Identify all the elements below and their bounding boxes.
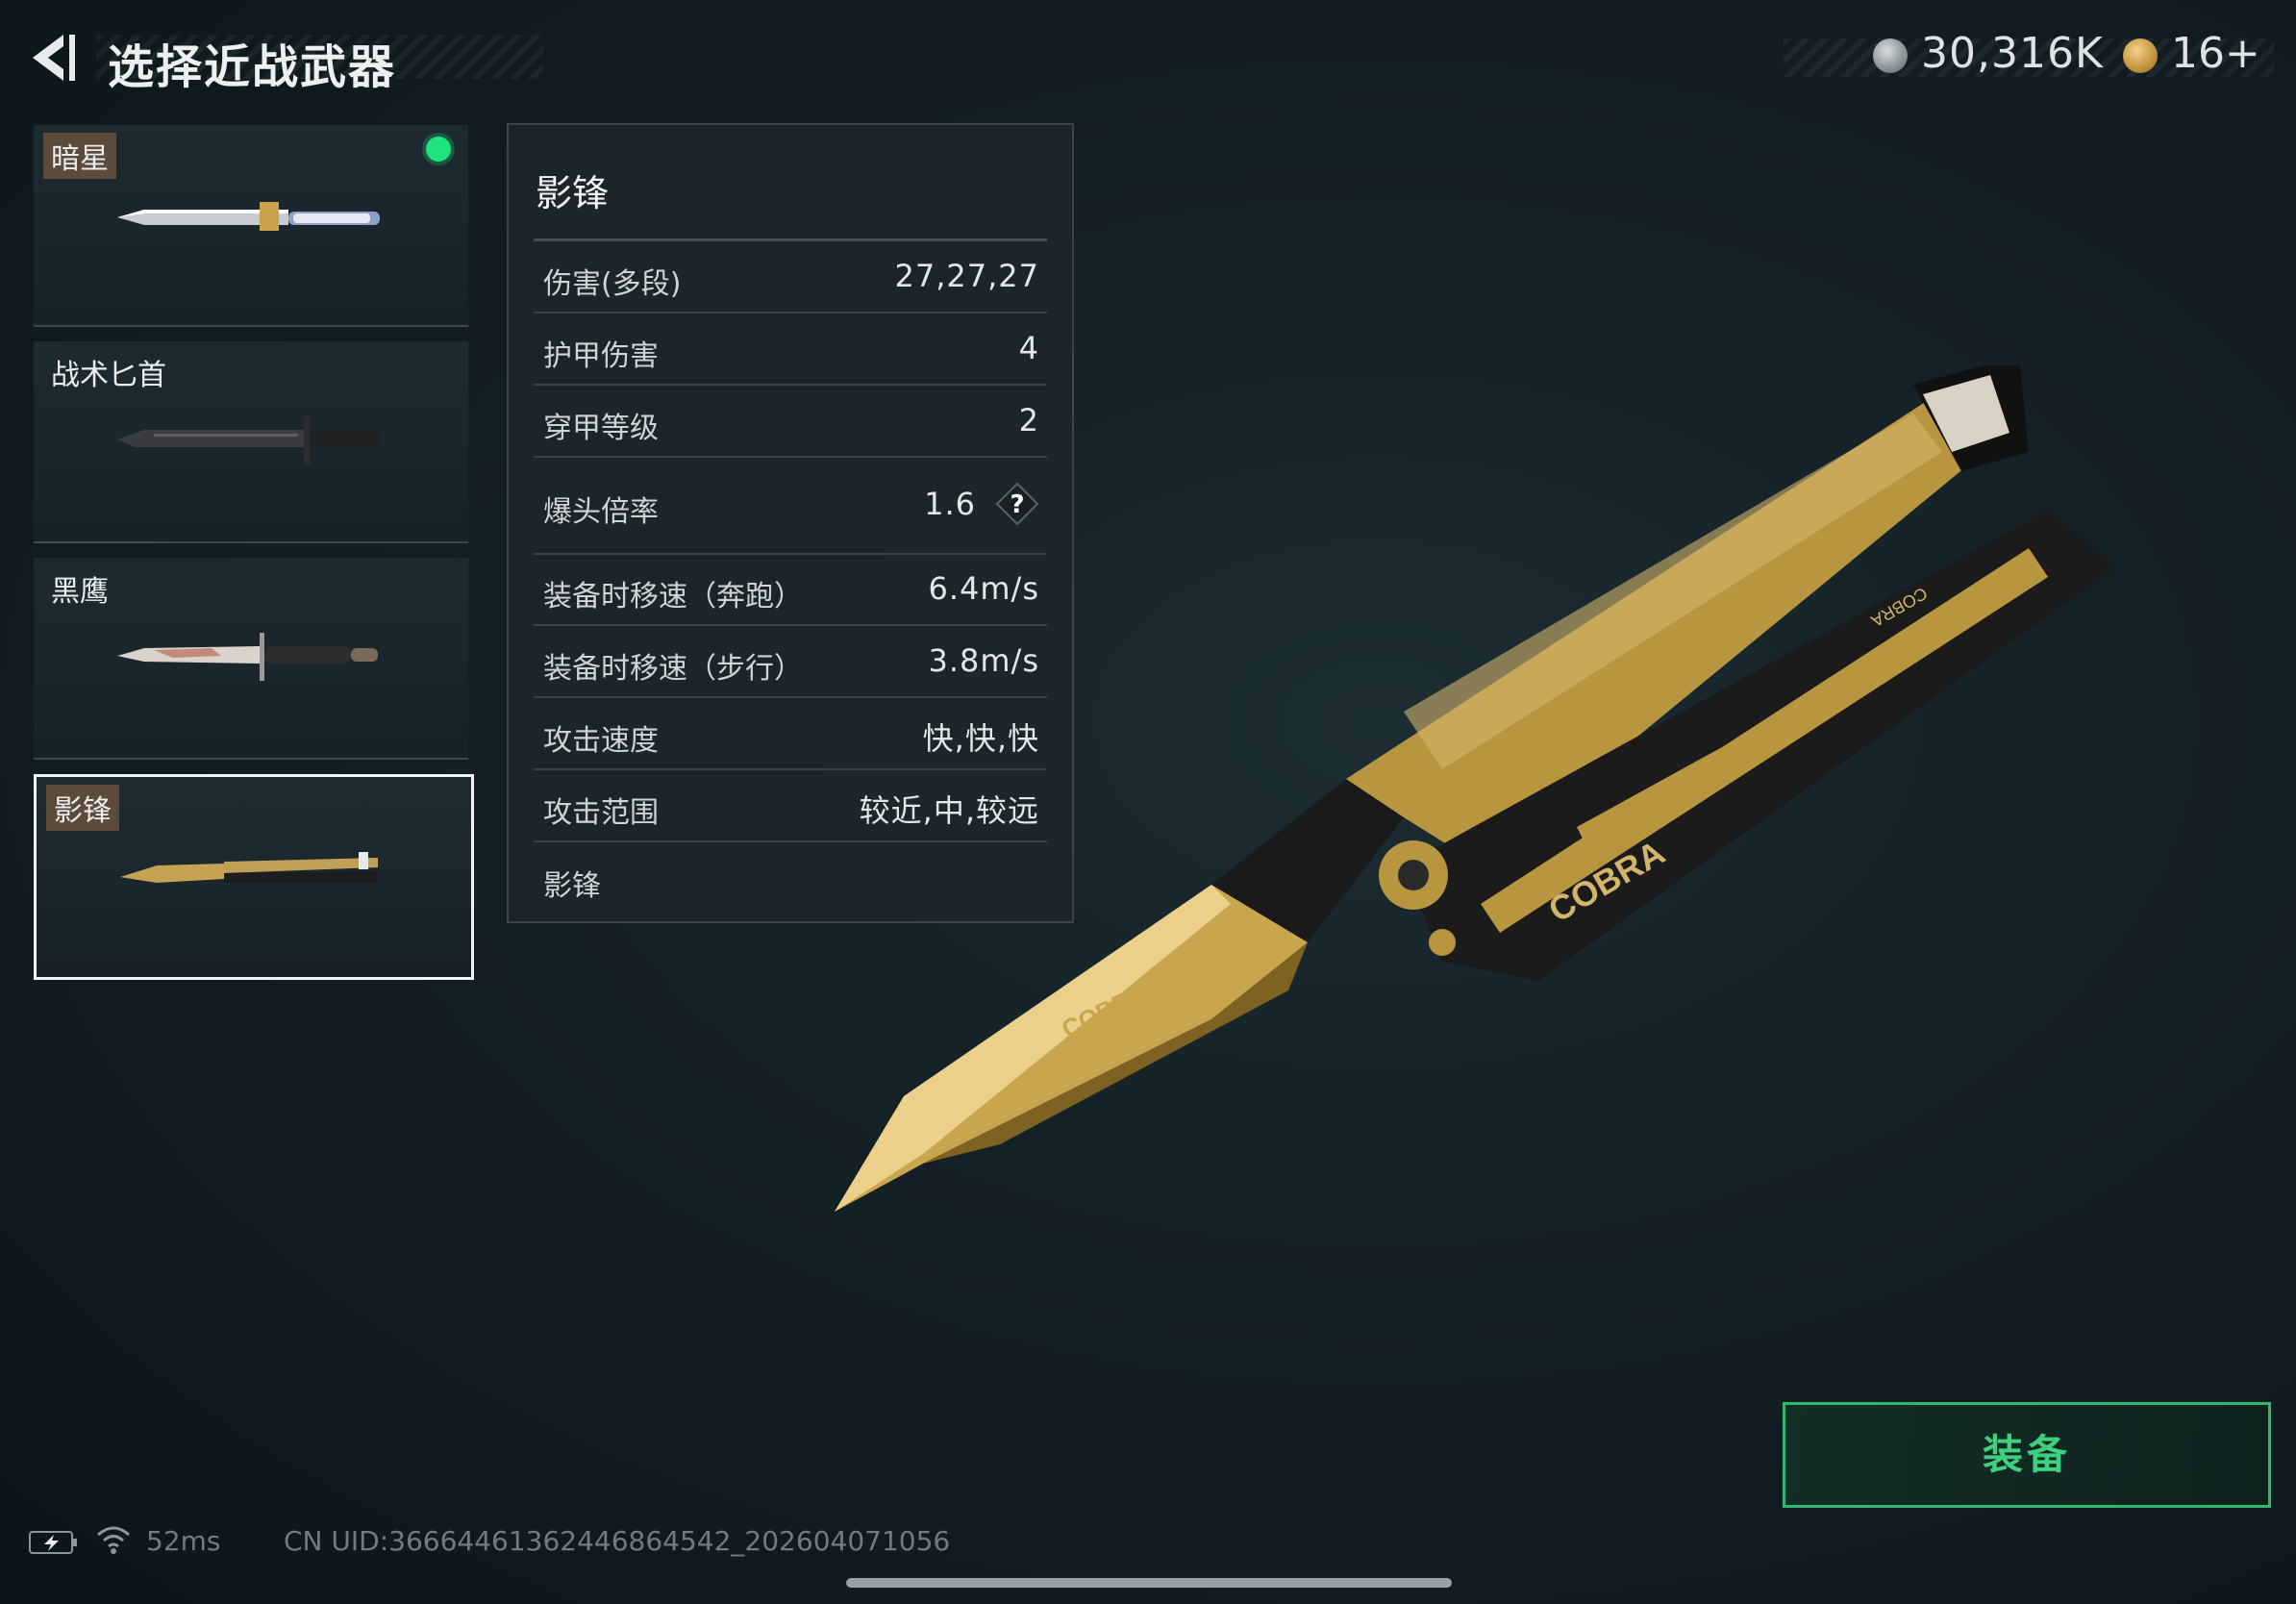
stat-row-damage: 伤害(多段) 27,27,27 [534, 240, 1047, 313]
stat-value: 4 [1018, 330, 1039, 366]
stat-label: 攻击速度 [543, 724, 659, 758]
back-arrow-icon[interactable] [25, 29, 83, 87]
weapon-card-blackhawk[interactable]: 黑鹰 [34, 558, 468, 760]
user-uid: CN UID:3666446136244686454​2_20260407105… [284, 1525, 951, 1557]
knife-tactical-dagger-icon [117, 416, 381, 464]
ping-value: 52ms [146, 1525, 221, 1557]
weapon-card-anxing[interactable]: 暗星 [34, 125, 468, 327]
stats-weapon-name: 影锋 [536, 172, 610, 214]
knife-yingfeng-icon [120, 852, 378, 883]
stat-label: 爆头倍率 [543, 495, 659, 529]
weapon-card-label: 影锋 [46, 785, 119, 831]
page-title: 选择近战武器 [108, 40, 397, 94]
stat-label: 装备时移速（奔跑） [543, 580, 803, 614]
silver-coin-icon [1873, 38, 1908, 73]
stat-label: 穿甲等级 [543, 412, 659, 445]
knife-anxing-icon [117, 202, 380, 231]
home-indicator[interactable] [846, 1578, 1452, 1588]
stat-label: 伤害(多段) [543, 267, 682, 301]
butterfly-knife-render[interactable]: COBRA COBRA COBRA [808, 365, 2134, 1231]
weapon-card-label: 暗星 [43, 133, 116, 179]
stat-value: 27,27,27 [894, 258, 1039, 294]
equipped-indicator-icon [426, 137, 451, 162]
battery-charging-icon [29, 1529, 79, 1560]
equip-button-label: 装备 [1982, 1431, 2071, 1478]
gold-coin-icon [2123, 38, 2158, 73]
equip-button[interactable]: 装备 [1783, 1402, 2271, 1508]
stat-label: 护甲伤害 [543, 339, 659, 373]
silver-currency-value: 30,316K [1921, 29, 2104, 78]
stats-description: 影锋 [543, 869, 601, 903]
weapon-card-tactical-dagger[interactable]: 战术匕首 [34, 341, 468, 543]
weapon-card-label: 战术匕首 [51, 359, 166, 392]
stat-label: 装备时移速（步行） [543, 652, 803, 686]
wifi-icon [94, 1523, 133, 1560]
gold-currency-value: 16+ [2171, 29, 2260, 78]
stat-label: 攻击范围 [543, 796, 659, 830]
knife-blackhawk-icon [117, 633, 378, 681]
weapon-card-label: 黑鹰 [51, 575, 109, 609]
weapon-card-yingfeng[interactable]: 影锋 [34, 774, 474, 980]
